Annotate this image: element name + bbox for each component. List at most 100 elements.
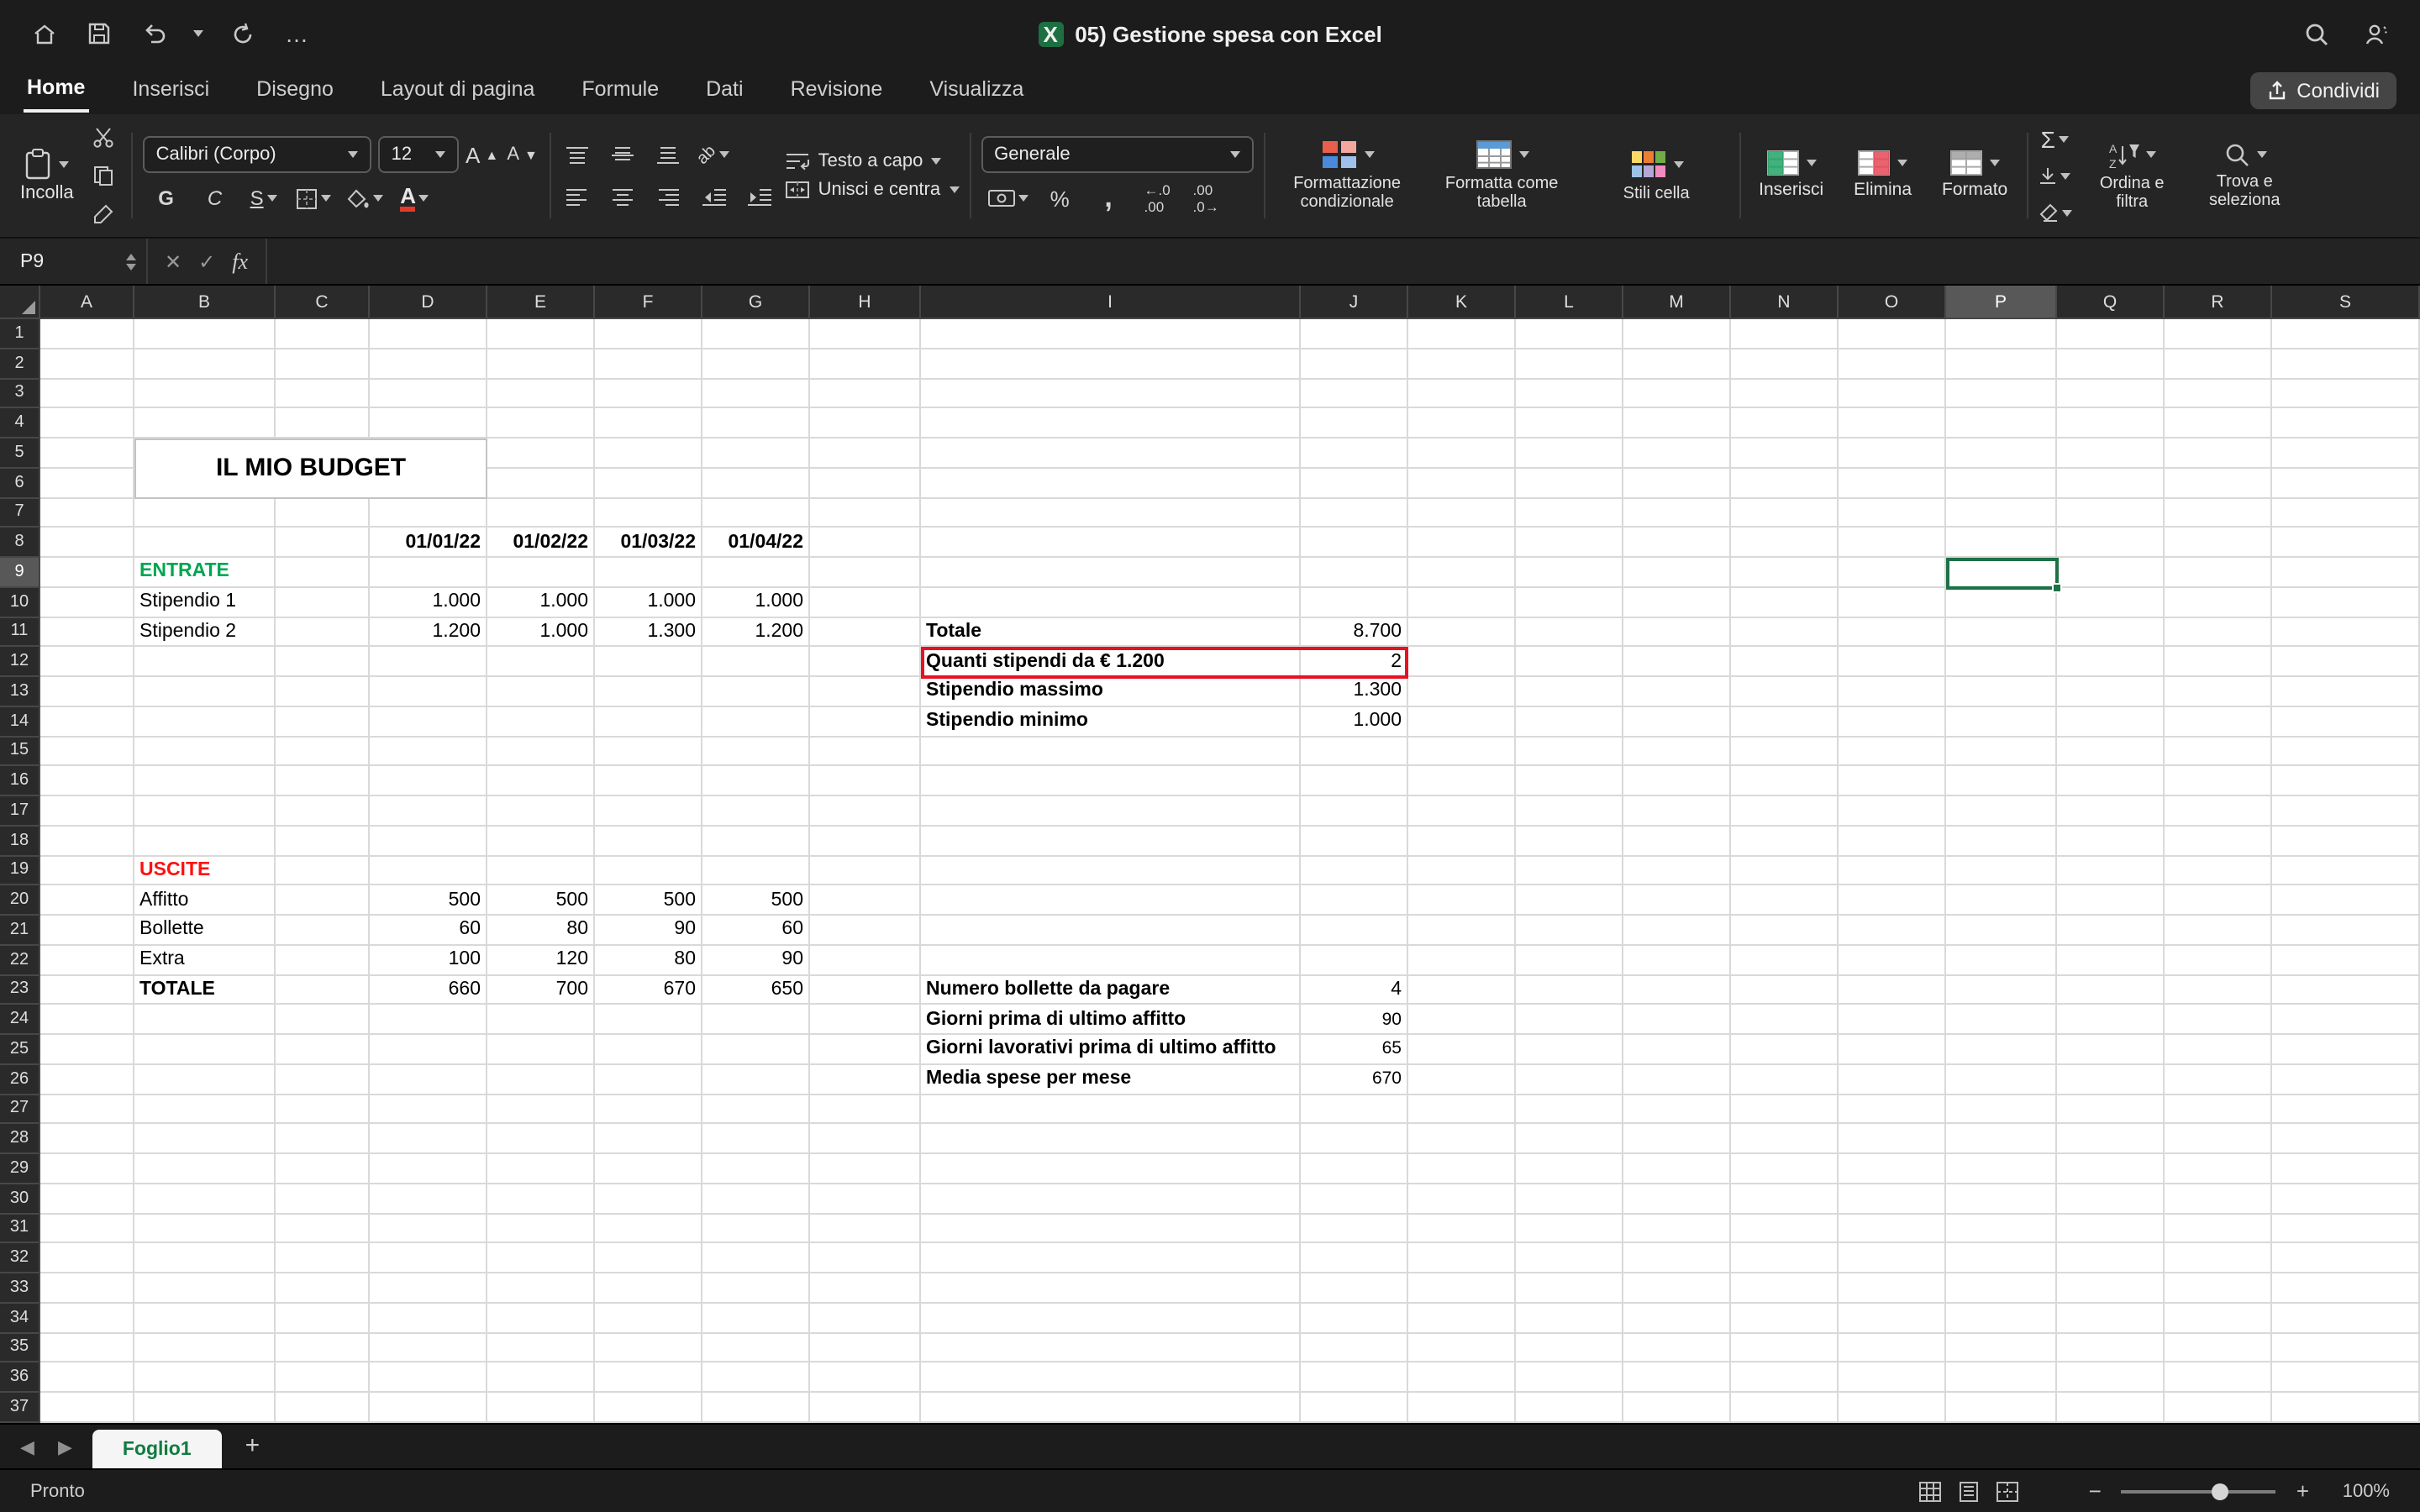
cell-H7[interactable] <box>810 498 921 528</box>
cell-B17[interactable] <box>134 796 276 827</box>
autosum-button[interactable]: Σ <box>2038 122 2071 155</box>
row-header-5[interactable]: 5 <box>0 438 40 469</box>
cell-C7[interactable] <box>276 498 370 528</box>
cell-C33[interactable] <box>276 1273 370 1304</box>
cell-J12[interactable]: 2 <box>1301 648 1408 678</box>
cell-N6[interactable] <box>1731 469 1839 499</box>
cell-R25[interactable] <box>2165 1035 2272 1065</box>
cell-N4[interactable] <box>1731 409 1839 439</box>
cell-J2[interactable] <box>1301 349 1408 380</box>
cell-Q16[interactable] <box>2057 767 2165 797</box>
cell-B15[interactable] <box>134 737 276 767</box>
cell-M13[interactable] <box>1623 677 1731 707</box>
cell-R26[interactable] <box>2165 1065 2272 1095</box>
cell-B1[interactable] <box>134 319 276 349</box>
cell-M7[interactable] <box>1623 498 1731 528</box>
cell-I33[interactable] <box>921 1273 1301 1304</box>
cell-J22[interactable] <box>1301 946 1408 976</box>
cell-A38[interactable] <box>40 1423 134 1424</box>
cell-P6[interactable] <box>1946 469 2057 499</box>
cell-C30[interactable] <box>276 1184 370 1215</box>
cell-O17[interactable] <box>1839 796 1946 827</box>
cell-B32[interactable] <box>134 1244 276 1274</box>
cell-Q5[interactable] <box>2057 438 2165 469</box>
sheet-next-icon[interactable]: ▶ <box>58 1436 72 1458</box>
column-header-M[interactable]: M <box>1623 286 1731 319</box>
cell-B22[interactable]: Extra <box>134 946 276 976</box>
cell-O15[interactable] <box>1839 737 1946 767</box>
cell-M27[interactable] <box>1623 1095 1731 1125</box>
cell-K23[interactable] <box>1408 975 1516 1005</box>
cell-P27[interactable] <box>1946 1095 2057 1125</box>
cell-L14[interactable] <box>1516 707 1623 738</box>
cell-K7[interactable] <box>1408 498 1516 528</box>
cell-M23[interactable] <box>1623 975 1731 1005</box>
cell-J11[interactable]: 8.700 <box>1301 617 1408 648</box>
cell-B11[interactable]: Stipendio 2 <box>134 617 276 648</box>
cell-P25[interactable] <box>1946 1035 2057 1065</box>
align-right-button[interactable] <box>652 180 686 213</box>
cell-R23[interactable] <box>2165 975 2272 1005</box>
cell-A7[interactable] <box>40 498 134 528</box>
cell-D18[interactable] <box>370 827 487 857</box>
cell-O8[interactable] <box>1839 528 1946 559</box>
cell-N18[interactable] <box>1731 827 1839 857</box>
cell-Q34[interactable] <box>2057 1304 2165 1334</box>
cell-R14[interactable] <box>2165 707 2272 738</box>
cell-G13[interactable] <box>702 677 810 707</box>
cell-H8[interactable] <box>810 528 921 559</box>
cell-H18[interactable] <box>810 827 921 857</box>
cell-D4[interactable] <box>370 409 487 439</box>
cell-I35[interactable] <box>921 1333 1301 1363</box>
cell-L6[interactable] <box>1516 469 1623 499</box>
cell-O30[interactable] <box>1839 1184 1946 1215</box>
cell-S34[interactable] <box>2272 1304 2420 1334</box>
cell-O35[interactable] <box>1839 1333 1946 1363</box>
cell-L30[interactable] <box>1516 1184 1623 1215</box>
cell-Q10[interactable] <box>2057 588 2165 618</box>
cell-O6[interactable] <box>1839 469 1946 499</box>
cell-S7[interactable] <box>2272 498 2420 528</box>
cell-A13[interactable] <box>40 677 134 707</box>
cell-F20[interactable]: 500 <box>595 886 702 916</box>
cell-K10[interactable] <box>1408 588 1516 618</box>
cell-styles-button[interactable]: Stili cella <box>1584 149 1728 202</box>
cell-C34[interactable] <box>276 1304 370 1334</box>
cell-A37[interactable] <box>40 1393 134 1423</box>
cell-L16[interactable] <box>1516 767 1623 797</box>
cell-D14[interactable] <box>370 707 487 738</box>
cell-K32[interactable] <box>1408 1244 1516 1274</box>
cell-J36[interactable] <box>1301 1363 1408 1394</box>
cell-L19[interactable] <box>1516 856 1623 886</box>
cell-N20[interactable] <box>1731 886 1839 916</box>
cell-K29[interactable] <box>1408 1154 1516 1184</box>
row-header-4[interactable]: 4 <box>0 409 40 439</box>
cell-Q23[interactable] <box>2057 975 2165 1005</box>
cell-A18[interactable] <box>40 827 134 857</box>
cell-G35[interactable] <box>702 1333 810 1363</box>
cell-S9[interactable] <box>2272 558 2420 588</box>
increase-indent-button[interactable] <box>743 180 776 213</box>
share-button[interactable]: Condividi <box>2249 72 2396 109</box>
cell-B35[interactable] <box>134 1333 276 1363</box>
cell-O20[interactable] <box>1839 886 1946 916</box>
cell-G34[interactable] <box>702 1304 810 1334</box>
conditional-formatting-button[interactable]: Formattazione condizionale <box>1275 139 1419 212</box>
cell-M20[interactable] <box>1623 886 1731 916</box>
row-header-33[interactable]: 33 <box>0 1273 40 1304</box>
cell-N7[interactable] <box>1731 498 1839 528</box>
cell-S12[interactable] <box>2272 648 2420 678</box>
cell-C4[interactable] <box>276 409 370 439</box>
cell-D31[interactable] <box>370 1214 487 1244</box>
cell-E25[interactable] <box>487 1035 595 1065</box>
cell-E34[interactable] <box>487 1304 595 1334</box>
cell-L13[interactable] <box>1516 677 1623 707</box>
tab-dati[interactable]: Dati <box>702 71 746 111</box>
cell-S28[interactable] <box>2272 1125 2420 1155</box>
cell-R37[interactable] <box>2165 1393 2272 1423</box>
cell-G28[interactable] <box>702 1125 810 1155</box>
cell-D11[interactable]: 1.200 <box>370 617 487 648</box>
currency-format-button[interactable] <box>987 181 1028 215</box>
cell-O11[interactable] <box>1839 617 1946 648</box>
cell-F24[interactable] <box>595 1005 702 1036</box>
